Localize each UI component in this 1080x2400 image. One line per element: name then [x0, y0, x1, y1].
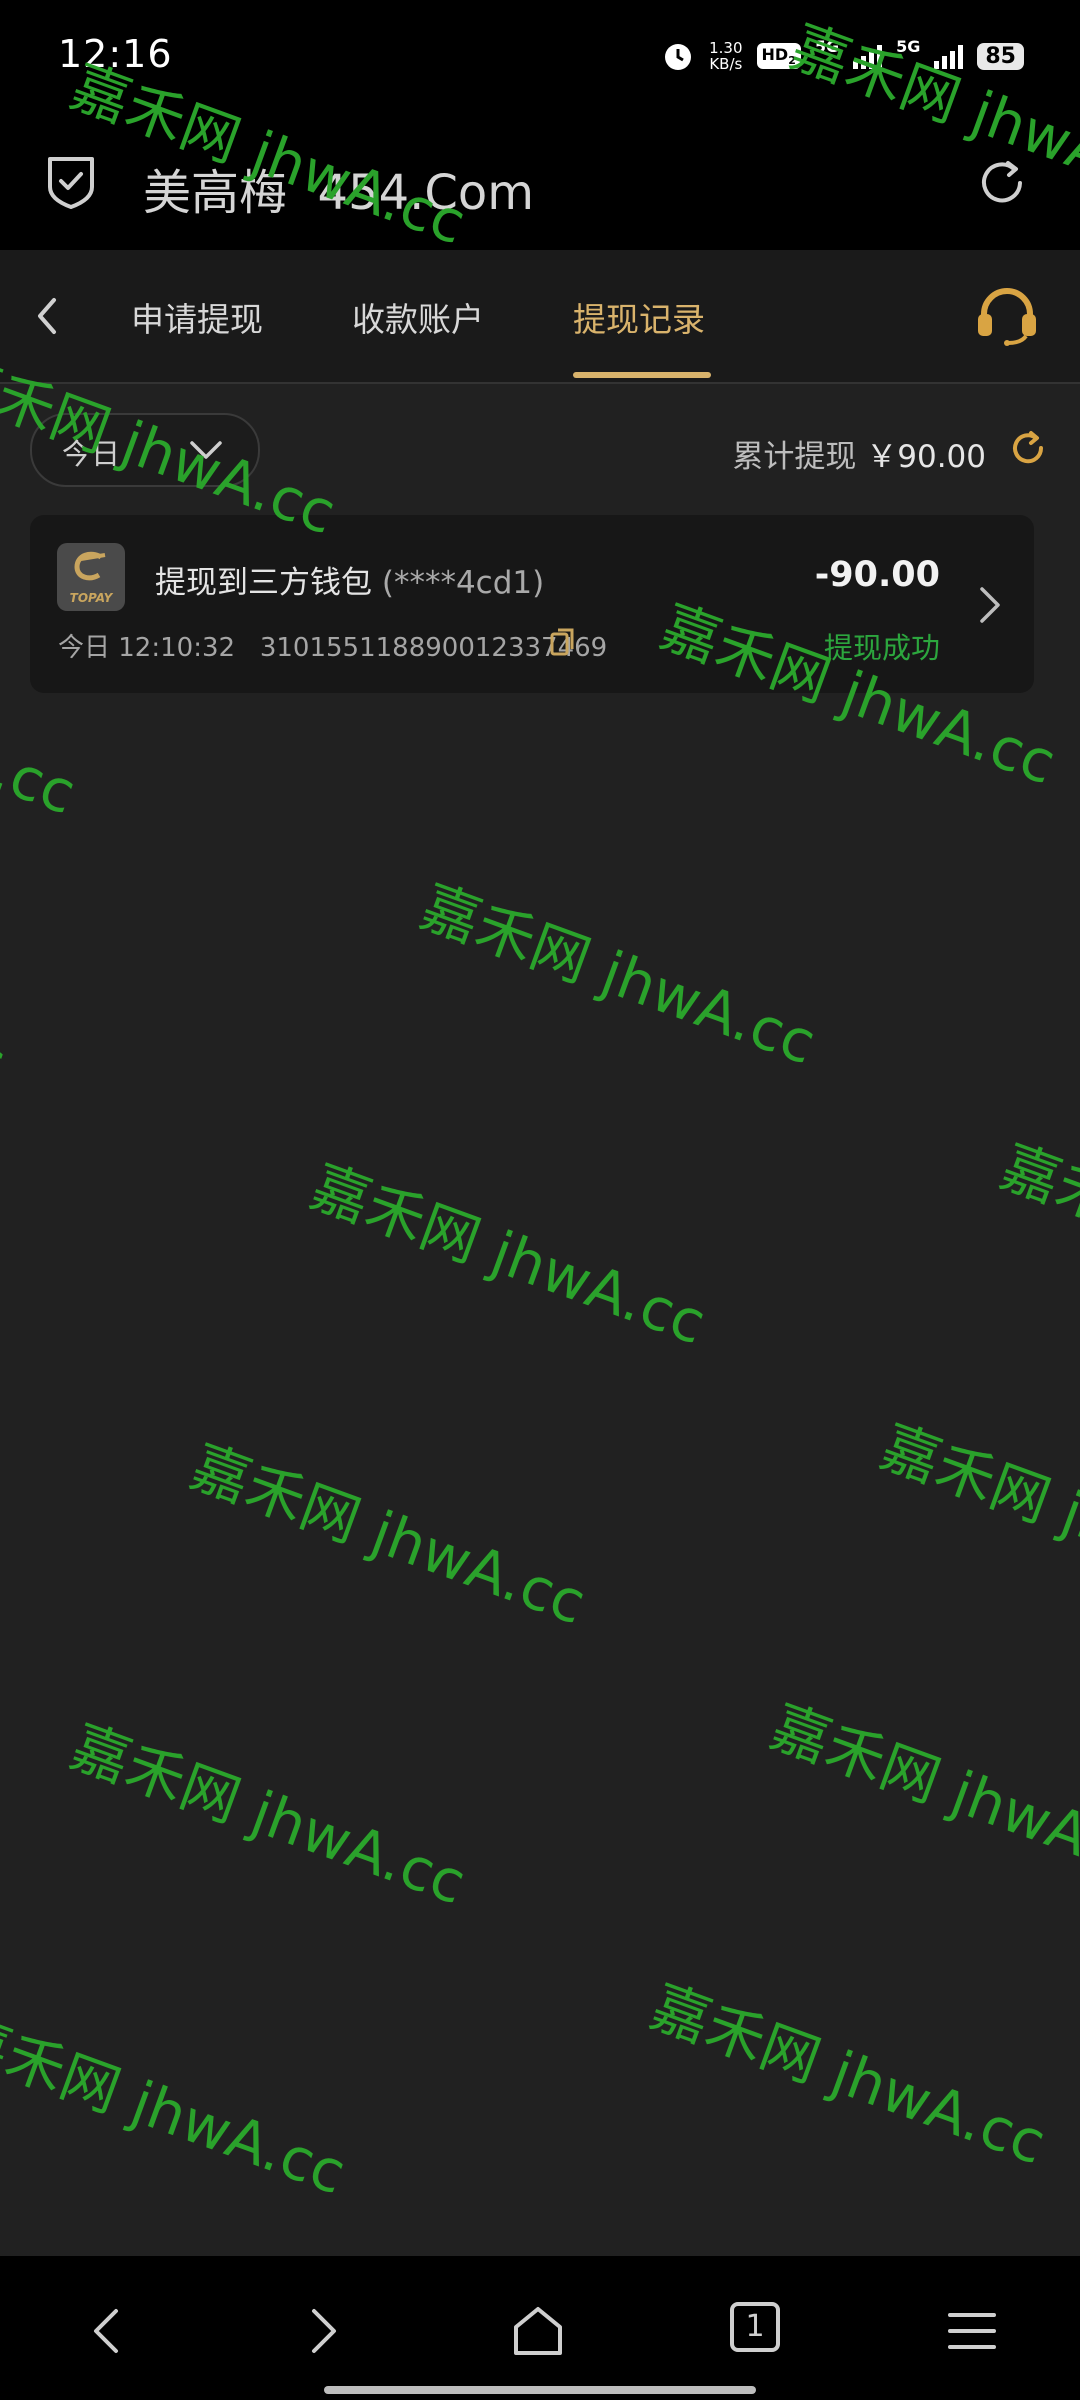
site-domain: 454.Com: [317, 165, 535, 221]
back-chevron-icon[interactable]: [30, 294, 64, 338]
chevron-right-icon[interactable]: [976, 583, 1004, 627]
record-account: (****4cd1): [381, 565, 545, 601]
record-amount: -90.00: [814, 555, 940, 595]
active-tab-underline: [573, 372, 711, 378]
status-bar: 12:16 1.30 KB/s HD2 5G 5G 85: [0, 0, 1080, 115]
watermark-text: 嘉禾网 jhwA.cc: [992, 1132, 1080, 1337]
status-time: 12:16: [58, 32, 173, 76]
url-text[interactable]: 美高梅 454.Com: [143, 153, 534, 223]
home-indicator[interactable]: [324, 2386, 756, 2394]
network-type-1: 5G: [814, 36, 840, 56]
network-speed-unit: KB/s: [709, 55, 743, 73]
watermark-text: 嘉禾网 jhwA.cc: [412, 872, 825, 1078]
site-name: 美高梅: [143, 165, 288, 221]
withdraw-record-card[interactable]: TOPAY 提现到三方钱包 (****4cd1) -90.00 今日 12:10…: [30, 515, 1034, 693]
tab-navigation: 申请提现 收款账户 提现记录: [0, 250, 1080, 384]
record-title: 提现到三方钱包 (****4cd1): [155, 557, 544, 602]
topay-logo-mark-icon: [74, 551, 106, 581]
shield-check-icon[interactable]: [46, 153, 96, 209]
alarm-icon: [665, 44, 692, 70]
network-speed: 1.30 KB/s: [709, 40, 742, 72]
watermark-text: 嘉禾网 jhwA.cc: [642, 1972, 1055, 2178]
total-withdraw-summary: 累计提现 ￥90.00: [732, 431, 986, 476]
tab-withdraw-records[interactable]: 提现记录: [573, 293, 705, 341]
customer-service-headset-icon[interactable]: [974, 286, 1040, 346]
topay-logo: TOPAY: [57, 543, 125, 611]
period-filter-label: 今日: [62, 437, 121, 471]
copy-icon[interactable]: [550, 627, 576, 657]
status-indicators: 1.30 KB/s HD2 5G 5G 85: [661, 36, 1024, 76]
record-date: 今日 12:10:32: [58, 633, 236, 663]
watermark-text: 嘉禾网 jhwA.cc: [62, 1712, 475, 1918]
signal-bars-icon-2: [934, 43, 964, 69]
record-method: 提现到三方钱包: [155, 565, 372, 601]
browser-forward-icon[interactable]: [292, 2301, 352, 2361]
period-filter-dropdown[interactable]: 今日: [30, 413, 260, 487]
chevron-down-icon: [190, 441, 222, 459]
tab-payee-accounts[interactable]: 收款账户: [352, 293, 484, 341]
refresh-total-icon[interactable]: [1008, 428, 1048, 468]
watermark-text: 嘉禾网 jhwA.cc: [762, 1692, 1080, 1898]
browser-url-bar: 美高梅 454.Com: [0, 115, 1080, 250]
record-status: 提现成功: [823, 631, 940, 665]
browser-tabs-button[interactable]: 1: [730, 2302, 780, 2352]
browser-menu-icon[interactable]: [942, 2301, 1002, 2361]
network-type-2: 5G: [896, 36, 921, 56]
watermark-text: 嘉禾网 jhwA.cc: [182, 1432, 595, 1638]
total-withdraw-amount: ￥90.00: [866, 439, 986, 475]
refresh-icon[interactable]: [974, 155, 1030, 211]
watermark-text: 嘉禾网 jhwA.cc: [302, 1152, 715, 1358]
battery-indicator: 85: [977, 42, 1024, 70]
signal-bars-icon: [853, 43, 883, 69]
record-meta: 今日 12:10:32 310155118890012337469: [58, 627, 607, 664]
browser-bottom-bar: 1: [0, 2256, 1080, 2400]
watermark-text: 嘉禾网 jhwA.cc: [872, 1412, 1080, 1618]
network-speed-value: 1.30: [709, 39, 743, 57]
topay-logo-text: TOPAY: [69, 591, 113, 605]
watermark-text: 嘉禾网 jhwA.cc: [0, 2002, 355, 2208]
total-withdraw-label: 累计提现: [732, 439, 857, 475]
browser-back-icon[interactable]: [78, 2301, 138, 2361]
watermark-text: 嘉禾网 jhwA.cc: [0, 892, 15, 1098]
hd-badge: HD2: [756, 42, 801, 70]
tab-apply-withdraw[interactable]: 申请提现: [131, 293, 263, 341]
browser-home-icon[interactable]: [508, 2301, 568, 2361]
